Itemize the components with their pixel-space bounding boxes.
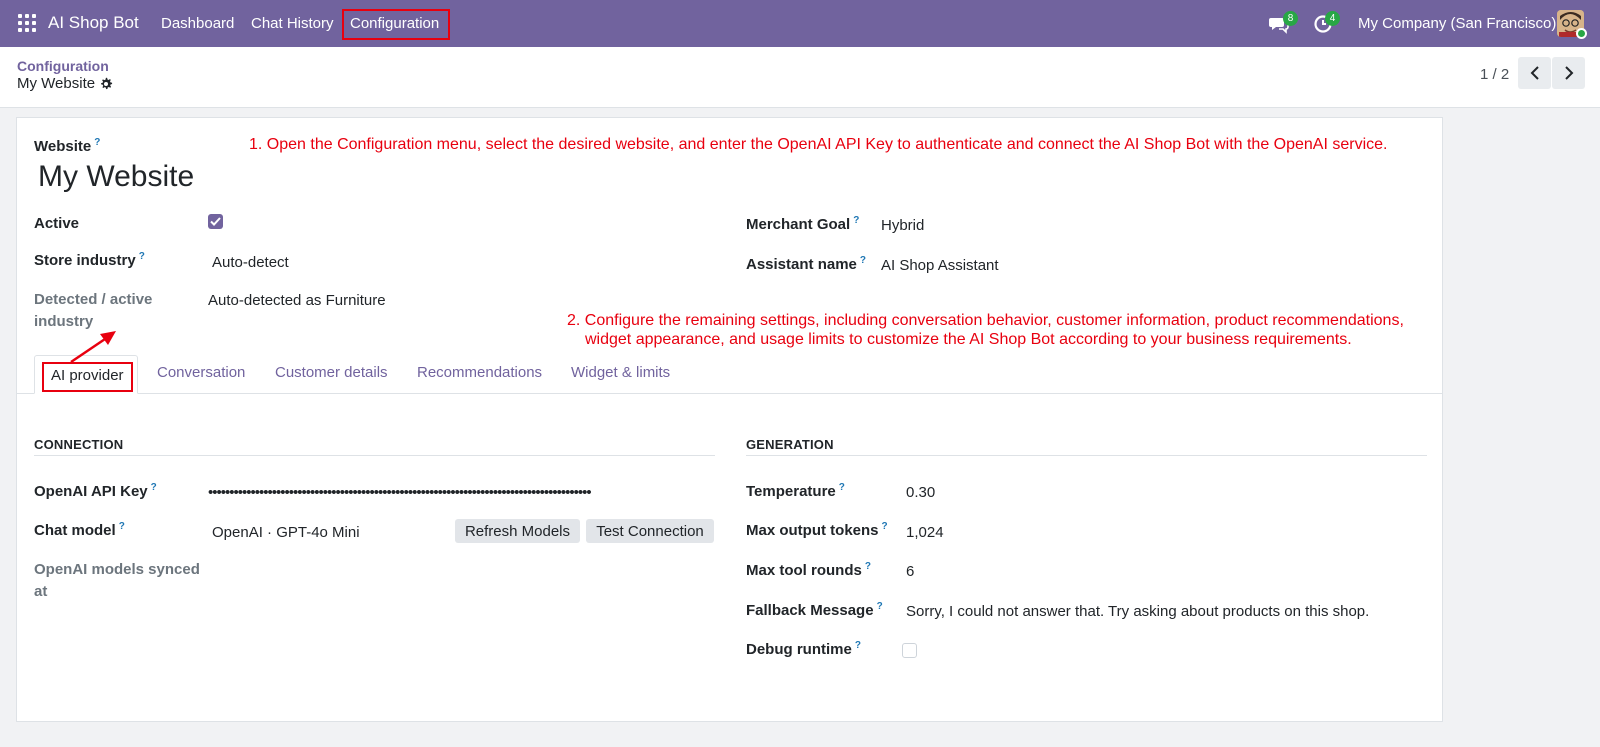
api-key-label: OpenAI API Key? [34, 482, 157, 500]
max-tokens-field[interactable]: 1,024 [906, 524, 944, 541]
max-rounds-field[interactable]: 6 [906, 563, 914, 580]
activities-badge: 4 [1325, 11, 1340, 26]
temperature-field[interactable]: 0.30 [906, 484, 935, 501]
app-brand[interactable]: AI Shop Bot [48, 13, 139, 33]
highlight-box-ai-provider [42, 362, 133, 392]
fallback-message-label: Fallback Message? [746, 601, 883, 619]
fallback-message-field[interactable]: Sorry, I could not answer that. Try aski… [906, 603, 1369, 620]
control-panel: Configuration My Website 1 / 2 [0, 47, 1600, 108]
chat-model-field[interactable]: OpenAI · GPT-4o Mini [212, 524, 360, 541]
company-switcher[interactable]: My Company (San Francisco) [1358, 15, 1556, 32]
temperature-label: Temperature? [746, 482, 845, 500]
store-industry-label: Store industry? [34, 251, 145, 269]
merchant-goal-label: Merchant Goal? [746, 215, 860, 233]
top-navbar: AI Shop Bot Dashboard Chat History Confi… [0, 0, 1600, 47]
check-icon [210, 217, 221, 226]
assistant-name-label: Assistant name? [746, 255, 866, 273]
section-connection-title: CONNECTION [34, 437, 124, 452]
models-synced-label-line2: at [34, 583, 48, 600]
api-key-input[interactable]: ••••••••••••••••••••••••••••••••••••••••… [208, 484, 708, 501]
tabs-divider [17, 393, 1442, 394]
pager-next-button[interactable] [1552, 57, 1585, 89]
assistant-name-field[interactable]: AI Shop Assistant [881, 257, 999, 274]
nav-dashboard[interactable]: Dashboard [161, 15, 234, 32]
breadcrumb-configuration[interactable]: Configuration [17, 58, 109, 74]
models-synced-label: OpenAI models synced [34, 561, 200, 578]
form-sheet: Website? My Website 1. Open the Configur… [16, 117, 1443, 722]
chat-model-label: Chat model? [34, 521, 125, 539]
chevron-left-icon [1530, 66, 1539, 80]
refresh-models-button[interactable]: Refresh Models [455, 519, 580, 543]
section-connection-divider [34, 455, 715, 456]
store-industry-field[interactable]: Auto-detect [212, 254, 289, 271]
debug-runtime-checkbox[interactable] [902, 643, 917, 658]
test-connection-button[interactable]: Test Connection [586, 519, 714, 543]
tab-widget-limits[interactable]: Widget & limits [571, 364, 670, 381]
detected-industry-value: Auto-detected as Furniture [208, 292, 386, 309]
merchant-goal-field[interactable]: Hybrid [881, 217, 924, 234]
online-status-dot [1576, 28, 1587, 39]
max-rounds-label: Max tool rounds? [746, 561, 871, 579]
chevron-right-icon [1564, 66, 1573, 80]
breadcrumb-current-record: My Website [17, 75, 96, 92]
nav-chat-history[interactable]: Chat History [251, 15, 334, 32]
apps-menu-icon[interactable] [18, 14, 36, 32]
annotation-step-2: 2. Configure the remaining settings, inc… [567, 312, 1404, 329]
active-label: Active [34, 215, 80, 232]
gear-icon[interactable] [99, 77, 113, 91]
section-generation-title: GENERATION [746, 437, 834, 452]
detected-industry-label: Detected / active [34, 291, 153, 308]
website-name-field[interactable]: My Website [38, 160, 194, 194]
tab-customer-details[interactable]: Customer details [275, 364, 388, 381]
section-generation-divider [746, 455, 1427, 456]
debug-runtime-label: Debug runtime? [746, 640, 861, 658]
website-label: Website? [34, 137, 101, 155]
pager-previous-button[interactable] [1518, 57, 1551, 89]
pager-value: 1 / 2 [1480, 66, 1510, 83]
tab-recommendations[interactable]: Recommendations [417, 364, 542, 381]
detected-industry-label-line2: industry [34, 313, 94, 330]
highlight-box-configuration [342, 9, 450, 40]
tab-conversation[interactable]: Conversation [157, 364, 245, 381]
annotation-step-2-line2: widget appearance, and usage limits to c… [585, 331, 1352, 348]
max-tokens-label: Max output tokens? [746, 521, 888, 539]
messages-badge: 8 [1283, 11, 1298, 26]
active-checkbox[interactable] [208, 214, 223, 229]
annotation-step-1: 1. Open the Configuration menu, select t… [249, 136, 1388, 153]
